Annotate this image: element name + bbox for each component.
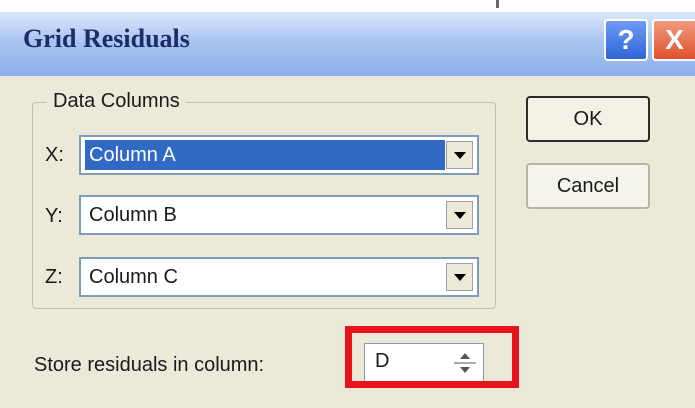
data-columns-label: Data Columns — [47, 90, 186, 113]
x-column-select[interactable]: Column A — [79, 135, 479, 175]
ok-button[interactable]: OK — [526, 96, 650, 142]
y-column-label: Y: — [45, 205, 63, 227]
help-icon: ? — [617, 24, 635, 55]
cancel-button[interactable]: Cancel — [526, 163, 650, 209]
x-column-dropdown-button[interactable] — [446, 141, 473, 169]
y-column-dropdown-button[interactable] — [446, 201, 473, 229]
z-column-value: Column C — [89, 266, 178, 288]
close-button[interactable]: X — [652, 19, 695, 61]
z-column-dropdown-button[interactable] — [446, 263, 473, 291]
chevron-down-icon — [453, 151, 466, 159]
dialog-title: Grid Residuals — [23, 24, 190, 53]
close-icon: X — [665, 24, 684, 55]
x-column-value: Column A — [89, 144, 176, 166]
title-bar: Grid Residuals ? X — [0, 0, 695, 76]
chevron-down-icon — [453, 211, 466, 219]
x-column-label: X: — [45, 144, 64, 166]
red-highlight-box — [345, 326, 519, 388]
store-residuals-label: Store residuals in column: — [34, 354, 265, 376]
z-column-label: Z: — [45, 266, 63, 288]
chevron-down-icon — [453, 273, 466, 281]
y-column-select[interactable]: Column B — [79, 195, 479, 235]
top-strip — [0, 0, 695, 12]
help-button[interactable]: ? — [604, 19, 648, 61]
z-column-select[interactable]: Column C — [79, 257, 479, 297]
y-column-value: Column B — [89, 204, 177, 226]
background-mark — [496, 0, 499, 8]
